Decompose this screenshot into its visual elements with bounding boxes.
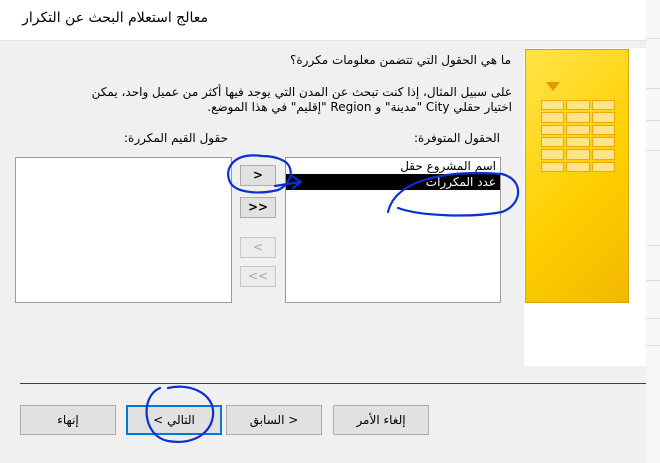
example-line-2: اختيار حقلي City "مدينة" و Region "إقليم… <box>207 100 512 114</box>
background-gridline <box>646 345 660 346</box>
table-grid-icon <box>541 100 615 172</box>
remove-all-fields-button[interactable]: << <box>240 266 276 287</box>
list-item-project-name[interactable]: اسم المشروع حقل <box>286 158 500 174</box>
add-one-field-button[interactable]: > <box>240 165 276 186</box>
duplicate-fields-label: حقول القيم المكررة: <box>123 131 228 145</box>
background-gridline <box>646 280 660 281</box>
available-fields-label: الحقول المتوفرة: <box>414 131 500 145</box>
window-title: معالج استعلام البحث عن التكرار <box>22 10 208 26</box>
background-gridline <box>646 245 660 246</box>
back-button[interactable]: < السابق <box>226 405 322 435</box>
available-fields-list[interactable]: اسم المشروع حقل عدد المكررات <box>285 157 501 303</box>
example-text: على سبيل المثال، إذا كنت تبحث عن المدن ا… <box>42 85 512 115</box>
remove-one-field-button[interactable]: < <box>240 237 276 258</box>
add-all-fields-button[interactable]: >> <box>240 197 276 218</box>
background-gridline <box>646 150 660 151</box>
finish-button[interactable]: إنهاء <box>20 405 116 435</box>
wizard-side-panel <box>524 48 646 366</box>
cancel-button[interactable]: إلغاء الأمر <box>333 405 429 435</box>
footer-separator <box>20 383 646 384</box>
example-line-1: على سبيل المثال، إذا كنت تبحث عن المدن ا… <box>91 85 512 99</box>
title-bar: معالج استعلام البحث عن التكرار <box>0 0 660 41</box>
background-gridline <box>646 38 660 39</box>
background-gridline <box>646 120 660 121</box>
background-window-edge <box>646 0 660 463</box>
list-item-duplicate-count[interactable]: عدد المكررات <box>286 174 500 190</box>
background-gridline <box>646 88 660 89</box>
wizard-illustration <box>525 49 629 303</box>
arrow-down-icon <box>546 82 560 91</box>
background-gridline <box>646 318 660 319</box>
question-text: ما هي الحقول التي تتضمن معلومات مكررة؟ <box>290 53 511 67</box>
next-button[interactable]: التالي > <box>126 405 222 435</box>
duplicate-fields-list[interactable] <box>15 157 232 303</box>
